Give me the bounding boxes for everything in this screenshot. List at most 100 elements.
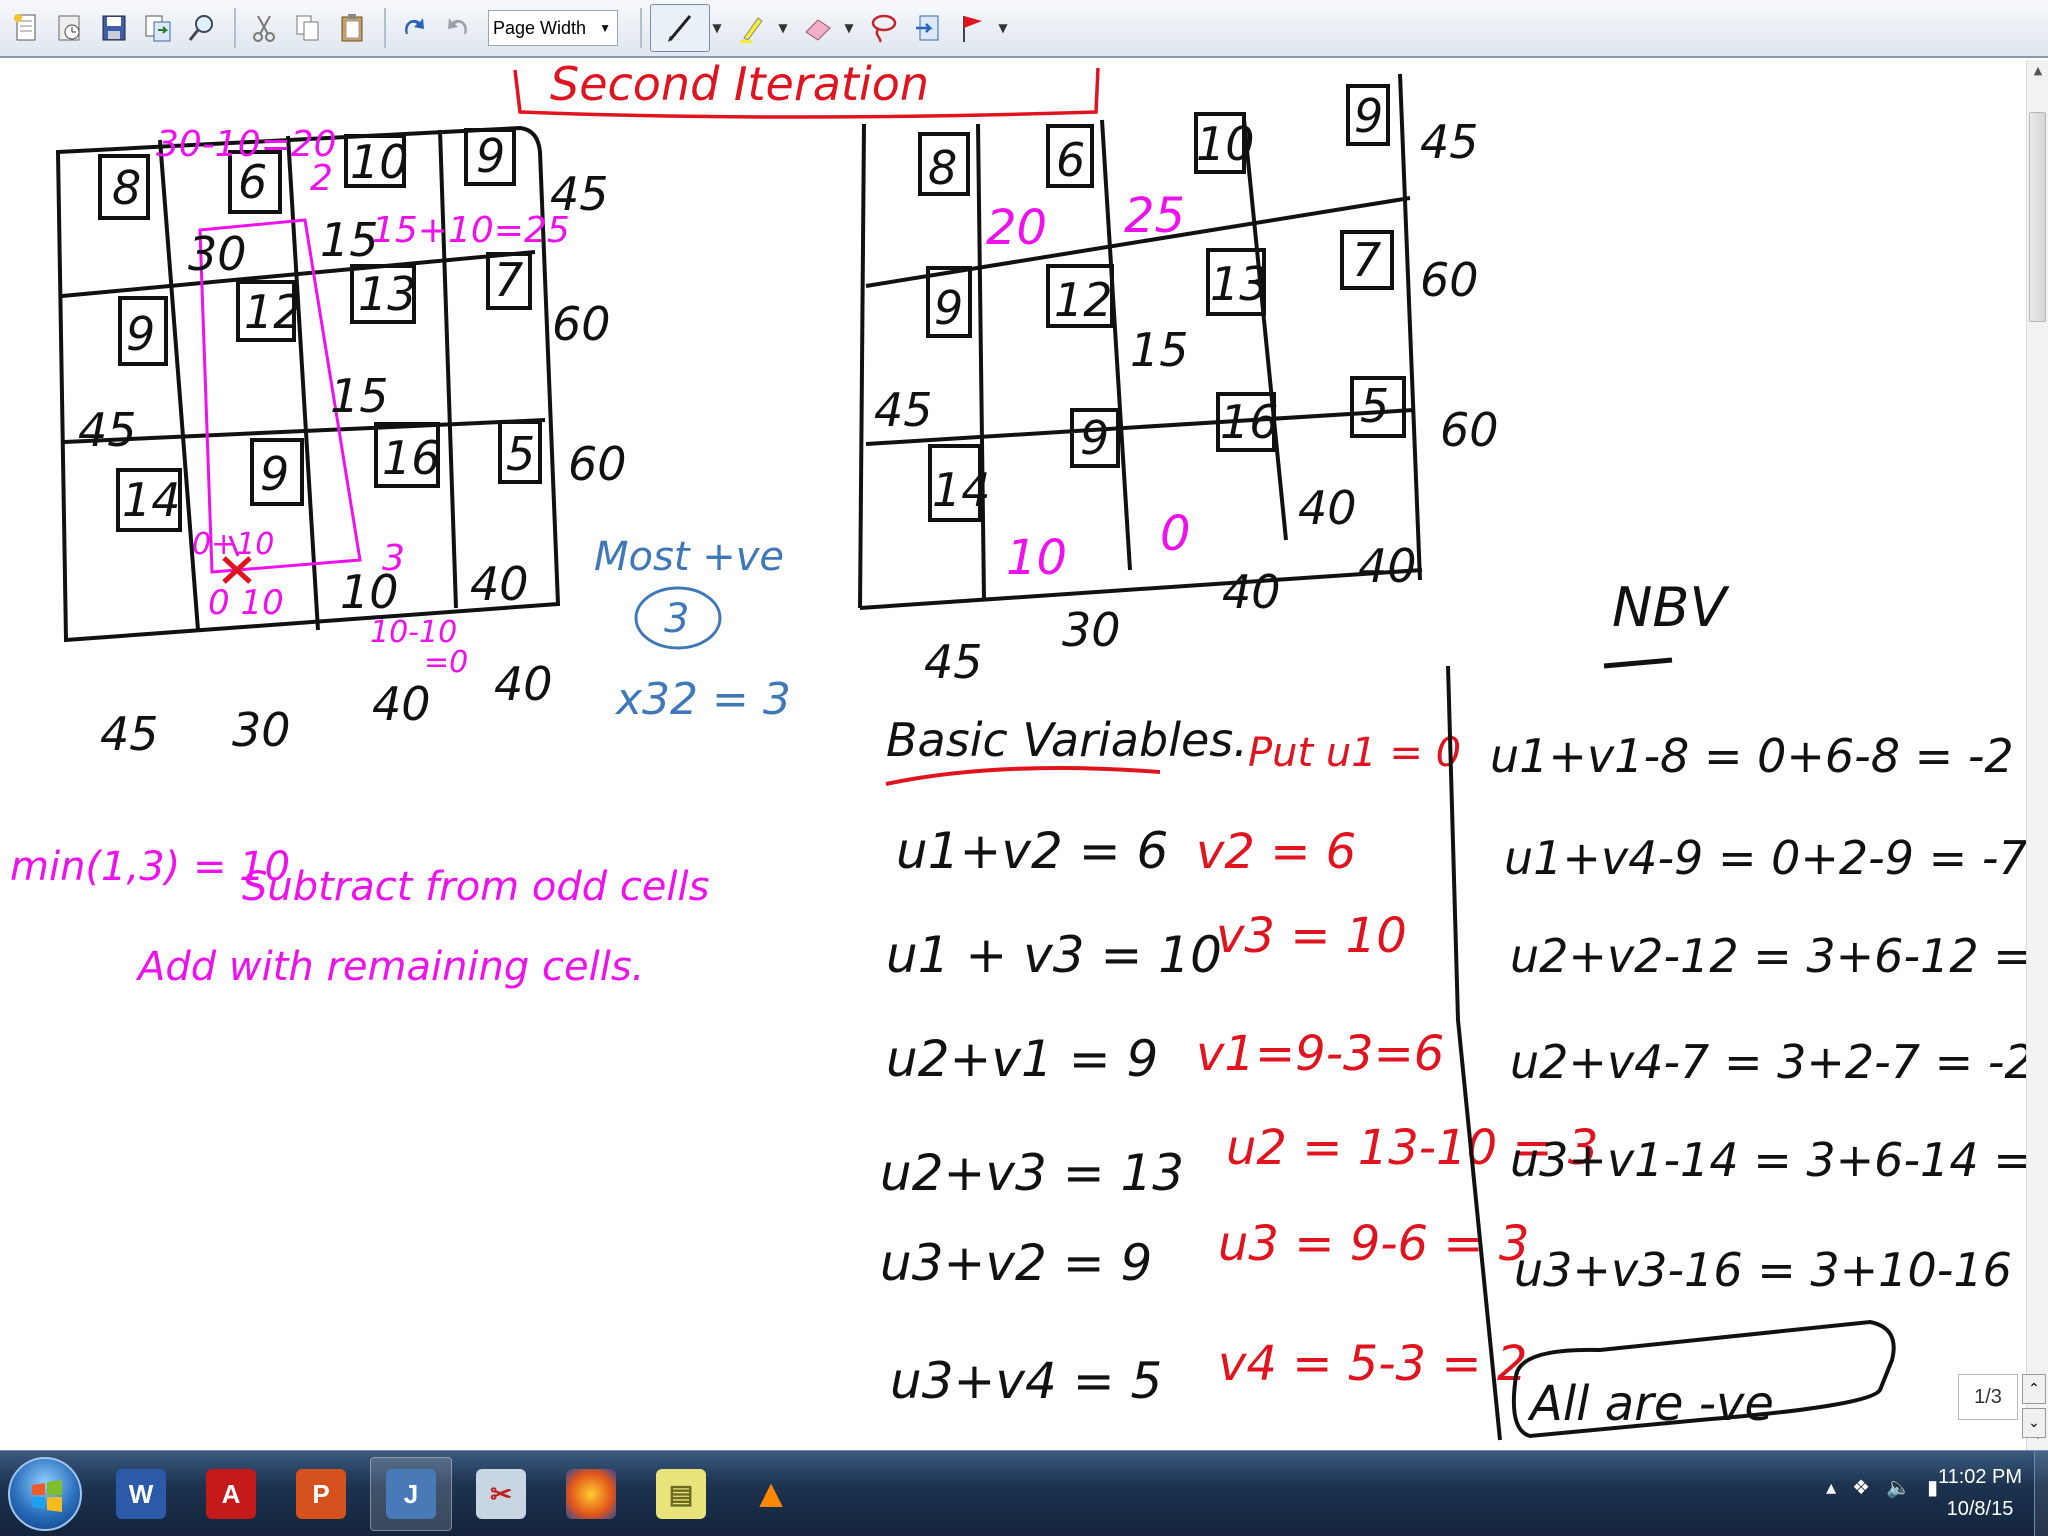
pen-options-arrow[interactable]: ▼: [710, 6, 724, 50]
nbv-eq-3: u2+v2-12 = 3+6-12 = -3: [1510, 929, 2026, 983]
nbv-heading: NBV: [1612, 576, 1730, 639]
volume-icon[interactable]: 🔈: [1886, 1475, 1911, 1499]
zoom-select[interactable]: Page Width ▼: [488, 10, 618, 46]
scroll-up-icon[interactable]: ▲: [2027, 64, 2048, 86]
right-alloc-x34: 40: [1298, 481, 1357, 535]
right-cost-1-3: 10: [1196, 117, 1255, 171]
taskbar-powerpoint[interactable]: P: [280, 1457, 362, 1531]
right-cost-1-4: 9: [1354, 89, 1383, 143]
basic-eq-3: u2+v1 = 9: [886, 1030, 1158, 1088]
copy-icon[interactable]: [288, 6, 328, 50]
toolbar-separator: [234, 8, 236, 48]
entering-variable: x32 = 3: [614, 674, 791, 725]
page-title: Second Iteration: [513, 57, 1100, 119]
taskbar-snipping[interactable]: ✂: [460, 1457, 542, 1531]
acrobat-icon: A: [206, 1469, 256, 1519]
right-cost-1-2: 6: [1056, 133, 1085, 187]
nbv-section: NBV u1+v1-8 = 0+6-8 = -2 u1+v4-9 = 0+2-9…: [1446, 576, 2048, 1441]
left-alloc-x23: 15: [330, 369, 389, 423]
left-supply-3: 60: [568, 437, 627, 491]
right-cost-2-1: 9: [934, 281, 963, 335]
vertical-scrollbar[interactable]: ▲ ▼: [2026, 60, 2048, 1450]
system-tray: ▴ ❖ 🔈 ▮: [1826, 1475, 1938, 1499]
basic-variables-section: Basic Variables. Put u1 = 0 u1+v2 = 6 u1…: [880, 713, 1598, 1410]
left-alloc-x13: 15: [320, 213, 379, 267]
next-page-icon[interactable]: ⌄: [2022, 1408, 2046, 1438]
left-cost-3-4: 5: [506, 427, 535, 481]
journal-page[interactable]: Second Iteration 8 6 10 9 9 12 13 7 14 9…: [0, 57, 2048, 1450]
taskbar-acrobat[interactable]: A: [190, 1457, 272, 1531]
clock[interactable]: 11:02 PM 10/8/15: [1932, 1461, 2028, 1525]
left-alloc-x34: 40: [470, 557, 529, 611]
eraser-icon[interactable]: [798, 6, 838, 50]
left-demand-4: 40: [494, 657, 553, 711]
taskbar-vlc[interactable]: ▲: [730, 1457, 812, 1531]
sticky-notes-icon: ▤: [656, 1469, 706, 1519]
lasso-icon[interactable]: [864, 6, 904, 50]
vlc-icon: ▲: [751, 1471, 791, 1516]
left-alloc-x12: 30: [188, 227, 247, 281]
left-cost-2-2: 12: [244, 285, 303, 339]
left-cost-1-4: 9: [476, 129, 505, 183]
scroll-thumb[interactable]: [2029, 112, 2046, 322]
nbv-eq-6: u3+v3-16 = 3+10-16 = -3: [1514, 1243, 2026, 1297]
right-cost-3-2: 9: [1080, 411, 1109, 465]
annotation-2: 2: [310, 158, 333, 199]
nbv-eq-5: u3+v1-14 = 3+6-14 = -5: [1510, 1133, 2026, 1187]
clock-icon[interactable]: [50, 6, 90, 50]
undo-icon[interactable]: [394, 6, 434, 50]
right-cost-2-2: 12: [1054, 273, 1113, 327]
highlighter-icon[interactable]: [732, 6, 772, 50]
flag-icon[interactable]: [952, 6, 992, 50]
taskbar-firefox[interactable]: [550, 1457, 632, 1531]
show-desktop-button[interactable]: [2034, 1451, 2048, 1536]
right-demand-3: 40: [1222, 565, 1281, 619]
search-icon[interactable]: [182, 6, 222, 50]
insert-space-icon[interactable]: [908, 6, 948, 50]
left-demand-3: 40: [372, 677, 431, 731]
nbv-eq-4: u2+v4-7 = 3+2-7 = -2: [1510, 1035, 2026, 1089]
basic-variables-heading: Basic Variables.: [886, 713, 1248, 767]
copy-to-icon[interactable]: [138, 6, 178, 50]
nbv-eq-1: u1+v1-8 = 0+6-8 = -2: [1490, 729, 2014, 783]
left-demand-2: 30: [232, 703, 291, 757]
save-icon[interactable]: [94, 6, 134, 50]
pen-tool-button[interactable]: [650, 4, 710, 52]
annotation-15-plus-10: 15+10=25: [372, 210, 570, 251]
show-hidden-icons-icon[interactable]: ▴: [1826, 1475, 1836, 1499]
right-demand-1: 45: [924, 635, 983, 689]
dropbox-icon[interactable]: ❖: [1852, 1475, 1870, 1499]
put-u1-zero: Put u1 = 0: [1248, 730, 1461, 776]
clock-date: 10/8/15: [1946, 1498, 2014, 1520]
highlighter-options-arrow[interactable]: ▼: [776, 6, 790, 50]
firefox-icon: [566, 1469, 616, 1519]
previous-page-icon[interactable]: ⌃: [2022, 1374, 2046, 1404]
most-positive-note: Most +ve 3 x32 = 3: [594, 534, 791, 725]
right-supply-1: 45: [1420, 115, 1479, 169]
basic-eq-4: u2+v3 = 13: [880, 1144, 1184, 1202]
annotation-0-10: 0 10: [208, 583, 284, 623]
start-button[interactable]: [8, 1457, 82, 1531]
taskbar-word[interactable]: W: [100, 1457, 182, 1531]
eraser-options-arrow[interactable]: ▼: [842, 6, 856, 50]
basic-eq-6: u3+v4 = 5: [890, 1352, 1162, 1410]
taskbar-sticky-notes[interactable]: ▤: [640, 1457, 722, 1531]
left-supply-2: 60: [552, 297, 611, 351]
left-demand-1: 45: [100, 707, 159, 761]
zoom-select-value: Page Width: [493, 17, 587, 38]
paste-icon[interactable]: [332, 6, 372, 50]
right-alloc-x21: 45: [874, 383, 933, 437]
flag-options-arrow[interactable]: ▼: [996, 6, 1010, 50]
new-page-icon[interactable]: [6, 6, 46, 50]
basic-eq-2: u1 + v3 = 10: [886, 926, 1222, 984]
right-cost-3-1: 14: [932, 463, 991, 517]
left-cost-2-1: 9: [126, 307, 155, 361]
add-note: Add with remaining cells.: [135, 944, 644, 990]
toolbar-separator: [640, 8, 642, 48]
cut-icon[interactable]: [244, 6, 284, 50]
right-cost-3-3: 16: [1220, 395, 1279, 449]
journal-icon: J: [386, 1469, 436, 1519]
redo-icon[interactable]: [438, 6, 478, 50]
taskbar-journal[interactable]: J: [370, 1457, 452, 1531]
right-alloc-x33: 0: [1160, 506, 1191, 562]
